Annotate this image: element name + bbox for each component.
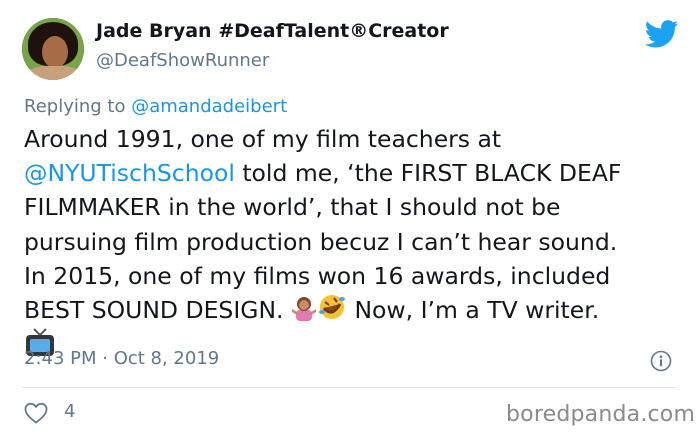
info-icon[interactable]	[650, 350, 672, 372]
avatar-shirt	[26, 66, 82, 80]
tweet-line: BEST SOUND DESIGN. Now, I’m a TV writer.	[24, 293, 694, 327]
nyutisch-mention-link[interactable]: @NYUTischSchool	[24, 159, 235, 187]
divider	[22, 387, 678, 388]
watermark: boredpanda.com	[506, 402, 696, 427]
tweet-text: Around 1991, one of my film teachers at …	[24, 122, 694, 361]
replying-to: Replying to @amandadeibert	[24, 96, 287, 117]
replying-to-label: Replying to	[24, 96, 132, 117]
avatar-face	[42, 36, 68, 68]
tweet-line: @NYUTischSchool told me, ‘the FIRST BLAC…	[24, 156, 694, 190]
tweet-line: FILMMAKER in the world’, that I should n…	[24, 193, 561, 222]
tweet-line: Around 1991, one of my film teachers at	[24, 125, 502, 153]
tweet-line-text: Now, I’m a TV writer.	[347, 295, 600, 324]
tweet-timestamp[interactable]: 2:43 PM · Oct 8, 2019	[24, 348, 219, 369]
avatar[interactable]	[22, 18, 84, 80]
author-handle[interactable]: @DeafShowRunner	[96, 50, 269, 71]
tweet-line: pursuing film production becuz I can’t h…	[24, 227, 618, 256]
heart-icon[interactable]	[24, 402, 48, 424]
twitter-bird-icon[interactable]	[645, 20, 679, 48]
rolling-on-floor-laughing-icon	[319, 294, 345, 319]
person-shrugging-icon	[292, 296, 316, 321]
tweet-line: In 2015, one of my films won 16 awards, …	[24, 261, 611, 290]
tweet-line-text: BEST SOUND DESIGN.	[24, 295, 291, 324]
tweet-line-text: told me, ‘the FIRST BLACK DEAF	[234, 159, 622, 188]
like-count: 4	[64, 401, 76, 422]
author-display-name[interactable]: Jade Bryan #DeafTalent®Creator	[96, 20, 449, 42]
reply-mention-link[interactable]: @amandadeibert	[131, 96, 287, 117]
